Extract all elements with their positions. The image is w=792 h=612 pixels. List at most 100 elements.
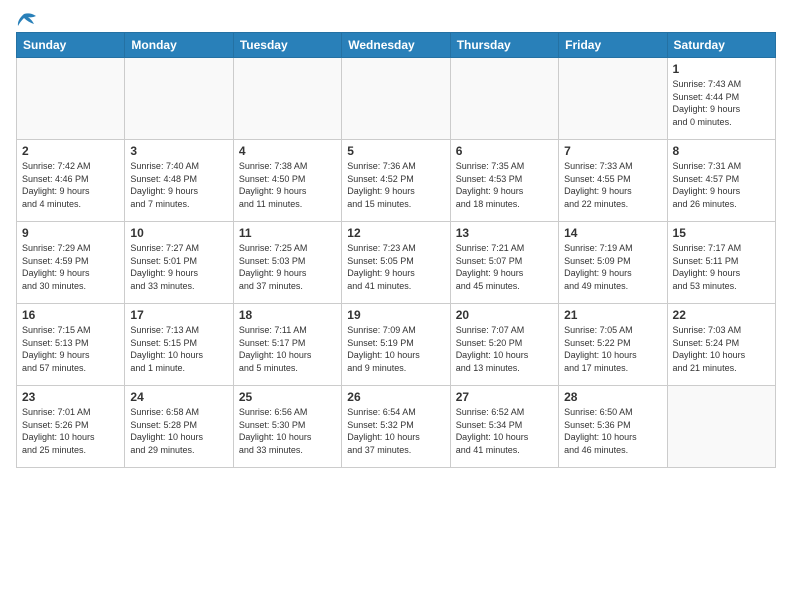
header — [16, 12, 776, 24]
day-number: 12 — [347, 226, 444, 240]
weekday-header: Thursday — [450, 33, 558, 58]
day-number: 2 — [22, 144, 119, 158]
weekday-header: Sunday — [17, 33, 125, 58]
day-info: Sunrise: 7:43 AM Sunset: 4:44 PM Dayligh… — [673, 78, 770, 128]
calendar-cell: 27 Sunrise: 6:52 AM Sunset: 5:34 PM Dayli… — [450, 386, 558, 468]
calendar-cell: 26 Sunrise: 6:54 AM Sunset: 5:32 PM Dayli… — [342, 386, 450, 468]
day-info: Sunrise: 7:27 AM Sunset: 5:01 PM Dayligh… — [130, 242, 227, 292]
day-number: 25 — [239, 390, 336, 404]
weekday-header: Tuesday — [233, 33, 341, 58]
day-info: Sunrise: 7:17 AM Sunset: 5:11 PM Dayligh… — [673, 242, 770, 292]
day-info: Sunrise: 6:52 AM Sunset: 5:34 PM Dayligh… — [456, 406, 553, 456]
day-info: Sunrise: 7:21 AM Sunset: 5:07 PM Dayligh… — [456, 242, 553, 292]
day-number: 9 — [22, 226, 119, 240]
weekday-header: Saturday — [667, 33, 775, 58]
logo — [16, 12, 38, 24]
day-number: 8 — [673, 144, 770, 158]
weekday-header: Wednesday — [342, 33, 450, 58]
day-info: Sunrise: 7:38 AM Sunset: 4:50 PM Dayligh… — [239, 160, 336, 210]
day-info: Sunrise: 7:09 AM Sunset: 5:19 PM Dayligh… — [347, 324, 444, 374]
day-info: Sunrise: 6:50 AM Sunset: 5:36 PM Dayligh… — [564, 406, 661, 456]
day-info: Sunrise: 7:31 AM Sunset: 4:57 PM Dayligh… — [673, 160, 770, 210]
calendar-cell — [559, 58, 667, 140]
calendar-cell — [342, 58, 450, 140]
calendar-cell: 4 Sunrise: 7:38 AM Sunset: 4:50 PM Daylig… — [233, 140, 341, 222]
calendar-cell: 8 Sunrise: 7:31 AM Sunset: 4:57 PM Daylig… — [667, 140, 775, 222]
calendar-cell: 6 Sunrise: 7:35 AM Sunset: 4:53 PM Daylig… — [450, 140, 558, 222]
day-number: 7 — [564, 144, 661, 158]
calendar-cell: 3 Sunrise: 7:40 AM Sunset: 4:48 PM Daylig… — [125, 140, 233, 222]
calendar-cell: 18 Sunrise: 7:11 AM Sunset: 5:17 PM Dayli… — [233, 304, 341, 386]
logo-bird-icon — [16, 12, 38, 30]
weekday-header: Friday — [559, 33, 667, 58]
calendar-cell: 12 Sunrise: 7:23 AM Sunset: 5:05 PM Dayli… — [342, 222, 450, 304]
calendar-cell: 13 Sunrise: 7:21 AM Sunset: 5:07 PM Dayli… — [450, 222, 558, 304]
page: SundayMondayTuesdayWednesdayThursdayFrid… — [0, 0, 792, 612]
calendar-cell: 7 Sunrise: 7:33 AM Sunset: 4:55 PM Daylig… — [559, 140, 667, 222]
day-number: 17 — [130, 308, 227, 322]
calendar-cell: 15 Sunrise: 7:17 AM Sunset: 5:11 PM Dayli… — [667, 222, 775, 304]
day-info: Sunrise: 7:05 AM Sunset: 5:22 PM Dayligh… — [564, 324, 661, 374]
day-number: 20 — [456, 308, 553, 322]
calendar-cell: 17Sunrise: 7:13 AM Sunset: 5:15 PM Dayli… — [125, 304, 233, 386]
calendar-cell — [667, 386, 775, 468]
day-number: 5 — [347, 144, 444, 158]
day-number: 6 — [456, 144, 553, 158]
day-info: Sunrise: 7:40 AM Sunset: 4:48 PM Dayligh… — [130, 160, 227, 210]
day-info: Sunrise: 7:03 AM Sunset: 5:24 PM Dayligh… — [673, 324, 770, 374]
calendar-table: SundayMondayTuesdayWednesdayThursdayFrid… — [16, 32, 776, 468]
day-number: 16 — [22, 308, 119, 322]
day-number: 14 — [564, 226, 661, 240]
day-number: 24 — [130, 390, 227, 404]
day-info: Sunrise: 7:35 AM Sunset: 4:53 PM Dayligh… — [456, 160, 553, 210]
day-number: 15 — [673, 226, 770, 240]
day-info: Sunrise: 7:33 AM Sunset: 4:55 PM Dayligh… — [564, 160, 661, 210]
day-info: Sunrise: 7:15 AM Sunset: 5:13 PM Dayligh… — [22, 324, 119, 374]
calendar-cell: 11 Sunrise: 7:25 AM Sunset: 5:03 PM Dayli… — [233, 222, 341, 304]
day-number: 11 — [239, 226, 336, 240]
day-info: Sunrise: 7:01 AM Sunset: 5:26 PM Dayligh… — [22, 406, 119, 456]
day-number: 21 — [564, 308, 661, 322]
day-info: Sunrise: 6:58 AM Sunset: 5:28 PM Dayligh… — [130, 406, 227, 456]
day-info: Sunrise: 6:56 AM Sunset: 5:30 PM Dayligh… — [239, 406, 336, 456]
day-info: Sunrise: 7:29 AM Sunset: 4:59 PM Dayligh… — [22, 242, 119, 292]
calendar-cell: 9 Sunrise: 7:29 AM Sunset: 4:59 PM Daylig… — [17, 222, 125, 304]
calendar-cell: 14 Sunrise: 7:19 AM Sunset: 5:09 PM Dayli… — [559, 222, 667, 304]
day-info: Sunrise: 7:07 AM Sunset: 5:20 PM Dayligh… — [456, 324, 553, 374]
day-number: 3 — [130, 144, 227, 158]
calendar-cell: 16 Sunrise: 7:15 AM Sunset: 5:13 PM Dayli… — [17, 304, 125, 386]
day-number: 28 — [564, 390, 661, 404]
calendar-cell: 23 Sunrise: 7:01 AM Sunset: 5:26 PM Dayli… — [17, 386, 125, 468]
day-info: Sunrise: 7:42 AM Sunset: 4:46 PM Dayligh… — [22, 160, 119, 210]
day-number: 23 — [22, 390, 119, 404]
calendar-cell: 10 Sunrise: 7:27 AM Sunset: 5:01 PM Dayli… — [125, 222, 233, 304]
day-number: 10 — [130, 226, 227, 240]
day-info: Sunrise: 7:25 AM Sunset: 5:03 PM Dayligh… — [239, 242, 336, 292]
calendar-cell: 22 Sunrise: 7:03 AM Sunset: 5:24 PM Dayli… — [667, 304, 775, 386]
day-info: Sunrise: 7:11 AM Sunset: 5:17 PM Dayligh… — [239, 324, 336, 374]
calendar-cell: 5Sunrise: 7:36 AM Sunset: 4:52 PM Daylig… — [342, 140, 450, 222]
weekday-header: Monday — [125, 33, 233, 58]
day-info: Sunrise: 6:54 AM Sunset: 5:32 PM Dayligh… — [347, 406, 444, 456]
day-number: 4 — [239, 144, 336, 158]
calendar-cell: 2 Sunrise: 7:42 AM Sunset: 4:46 PM Daylig… — [17, 140, 125, 222]
calendar-cell: 24 Sunrise: 6:58 AM Sunset: 5:28 PM Dayli… — [125, 386, 233, 468]
day-number: 22 — [673, 308, 770, 322]
calendar-cell: 28 Sunrise: 6:50 AM Sunset: 5:36 PM Dayli… — [559, 386, 667, 468]
calendar-cell: 21 Sunrise: 7:05 AM Sunset: 5:22 PM Dayli… — [559, 304, 667, 386]
day-number: 27 — [456, 390, 553, 404]
calendar-cell — [17, 58, 125, 140]
day-info: Sunrise: 7:19 AM Sunset: 5:09 PM Dayligh… — [564, 242, 661, 292]
day-number: 19 — [347, 308, 444, 322]
calendar-cell — [233, 58, 341, 140]
calendar-cell: 20 Sunrise: 7:07 AM Sunset: 5:20 PM Dayli… — [450, 304, 558, 386]
day-number: 18 — [239, 308, 336, 322]
day-number: 13 — [456, 226, 553, 240]
day-number: 26 — [347, 390, 444, 404]
day-info: Sunrise: 7:23 AM Sunset: 5:05 PM Dayligh… — [347, 242, 444, 292]
calendar-cell: 19 Sunrise: 7:09 AM Sunset: 5:19 PM Dayli… — [342, 304, 450, 386]
calendar-cell — [450, 58, 558, 140]
calendar-cell: 25 Sunrise: 6:56 AM Sunset: 5:30 PM Dayli… — [233, 386, 341, 468]
calendar-cell: 1Sunrise: 7:43 AM Sunset: 4:44 PM Daylig… — [667, 58, 775, 140]
calendar-cell — [125, 58, 233, 140]
